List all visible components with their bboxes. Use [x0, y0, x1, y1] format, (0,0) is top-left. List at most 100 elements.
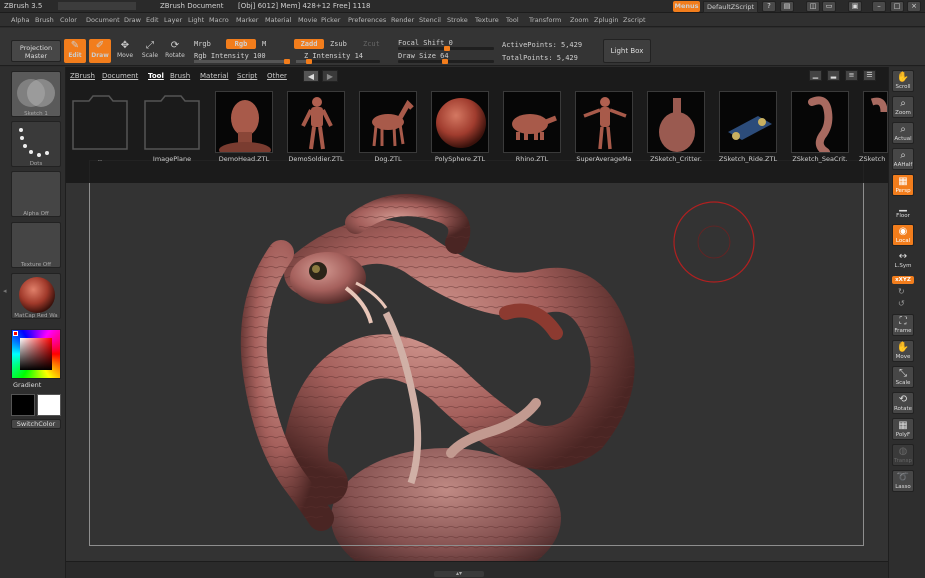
next-arrow-icon[interactable]: ▶: [322, 70, 338, 82]
tool-item-parent-folder[interactable]: [71, 91, 129, 153]
frame-button[interactable]: ⛶ Frame: [892, 314, 914, 336]
tool-item-superaverageman[interactable]: [575, 91, 633, 153]
zcut-toggle[interactable]: Zcut: [363, 40, 380, 48]
menu-alpha[interactable]: Alpha: [11, 16, 29, 24]
menu-brush[interactable]: Brush: [35, 16, 54, 24]
local-button[interactable]: ◉ Local: [892, 224, 914, 246]
menu-picker[interactable]: Picker: [321, 16, 340, 24]
tab-zbrush[interactable]: ZBrush: [70, 72, 95, 80]
tab-brush[interactable]: Brush: [170, 72, 190, 80]
light-box-button[interactable]: Light Box: [603, 39, 651, 63]
menu-color[interactable]: Color: [60, 16, 77, 24]
menus-button[interactable]: Menus: [673, 1, 700, 12]
menu-movie[interactable]: Movie: [298, 16, 317, 24]
floor-button[interactable]: ▁ Floor: [892, 200, 914, 222]
polyf-button[interactable]: ▦ PolyF: [892, 418, 914, 440]
switch-color-button[interactable]: SwitchColor: [11, 419, 61, 429]
menu-macro[interactable]: Macro: [209, 16, 229, 24]
view-detail-icon[interactable]: ☰: [863, 70, 876, 81]
draw-size-slider[interactable]: [398, 59, 494, 64]
menu-edit[interactable]: Edit: [146, 16, 159, 24]
z-intensity-slider[interactable]: [296, 59, 380, 64]
rotate-button[interactable]: ⟳ Rotate: [164, 39, 186, 63]
left-tray-arrow-icon[interactable]: ◂: [3, 287, 7, 297]
scale-view-button[interactable]: ⤡ Scale: [892, 366, 914, 388]
stroke-dots-thumbnail[interactable]: Dots: [11, 121, 61, 167]
menu-zoom[interactable]: Zoom: [570, 16, 589, 24]
m-toggle[interactable]: M: [262, 40, 266, 48]
tab-script[interactable]: Script: [237, 72, 257, 80]
rotate-view-button[interactable]: ⟲ Rotate: [892, 392, 914, 414]
close-icon[interactable]: ×: [907, 1, 921, 12]
help-icon[interactable]: ?: [762, 1, 776, 12]
edit-button[interactable]: ✎ Edit: [64, 39, 86, 63]
tab-other[interactable]: Other: [267, 72, 287, 80]
tool-item-imageplane[interactable]: [143, 91, 201, 153]
maximize-icon[interactable]: □: [890, 1, 904, 12]
aahalf-button[interactable]: ⌕ AAHalf: [892, 148, 914, 170]
transp-button[interactable]: ◍ Transp: [892, 444, 914, 466]
material-thumbnail[interactable]: MatCap Red Wa: [11, 273, 61, 319]
sketch-brush-thumbnail[interactable]: Sketch 1: [11, 71, 61, 117]
alpha-thumbnail[interactable]: Alpha Off: [11, 171, 61, 217]
tab-tool[interactable]: Tool: [148, 72, 164, 80]
tool-item-polysphere[interactable]: [431, 91, 489, 153]
tool-item-demohead[interactable]: [215, 91, 273, 153]
tool-item-zsketch-ride[interactable]: [719, 91, 777, 153]
projection-master-button[interactable]: Projection Master: [11, 40, 61, 62]
rgb-intensity-slider[interactable]: [194, 59, 290, 64]
menu-render[interactable]: Render: [391, 16, 414, 24]
menu-preferences[interactable]: Preferences: [348, 16, 386, 24]
tool-item-zsketch-seacrit[interactable]: [791, 91, 849, 153]
menu-texture[interactable]: Texture: [475, 16, 499, 24]
main-color-swatch[interactable]: [11, 394, 35, 416]
default-zscript-button[interactable]: DefaultZScript: [703, 1, 759, 13]
color-picker[interactable]: [11, 329, 61, 379]
prev-arrow-icon[interactable]: ◀: [303, 70, 319, 82]
xyz-toggle[interactable]: xXYZ: [892, 276, 914, 284]
lock-icon[interactable]: ▣: [848, 1, 862, 12]
view-small-icon[interactable]: ▁: [809, 70, 822, 81]
menu-material[interactable]: Material: [265, 16, 291, 24]
texture-thumbnail[interactable]: Texture Off: [11, 222, 61, 268]
move-view-button[interactable]: ✋ Move: [892, 340, 914, 362]
menu-zscript[interactable]: Zscript: [623, 16, 646, 24]
menu-transform[interactable]: Transform: [529, 16, 561, 24]
secondary-color-swatch[interactable]: [37, 394, 61, 416]
menu-tool[interactable]: Tool: [506, 16, 519, 24]
rotate-y-icon[interactable]: ↻: [898, 287, 905, 296]
move-button[interactable]: ✥ Move: [114, 39, 136, 63]
tab-material[interactable]: Material: [200, 72, 228, 80]
persp-button[interactable]: ▦ Persp: [892, 174, 914, 196]
menu-layer[interactable]: Layer: [164, 16, 182, 24]
focal-shift-slider[interactable]: [398, 46, 494, 51]
hide-icon[interactable]: ◫: [806, 1, 820, 12]
zsub-toggle[interactable]: Zsub: [330, 40, 347, 48]
mrgb-toggle[interactable]: Mrgb: [194, 40, 211, 48]
menu-document[interactable]: Document: [86, 16, 120, 24]
tool-item-demosoldier[interactable]: [287, 91, 345, 153]
minimize-icon[interactable]: –: [872, 1, 886, 12]
lasso-button[interactable]: ➰ Lasso: [892, 470, 914, 492]
scale-button[interactable]: ⤢ Scale: [139, 39, 161, 63]
tool-item-zsketch-partial[interactable]: [863, 91, 888, 153]
gradient-label[interactable]: Gradient: [13, 381, 41, 389]
bottom-tray-toggle-icon[interactable]: ▴▾: [434, 571, 484, 577]
view-medium-icon[interactable]: ▂: [827, 70, 840, 81]
tab-document[interactable]: Document: [102, 72, 138, 80]
lsym-button[interactable]: ↔ L.Sym: [892, 250, 914, 272]
tool-item-dog[interactable]: [359, 91, 417, 153]
tool-item-zsketch-critter[interactable]: [647, 91, 705, 153]
menu-zplugin[interactable]: Zplugin: [594, 16, 619, 24]
menu-light[interactable]: Light: [188, 16, 204, 24]
zadd-toggle[interactable]: Zadd: [294, 39, 324, 49]
menu-marker[interactable]: Marker: [236, 16, 258, 24]
restore-icon[interactable]: ▭: [822, 1, 836, 12]
view-list-icon[interactable]: ≡: [845, 70, 858, 81]
rgb-toggle[interactable]: Rgb: [226, 39, 256, 49]
draw-button[interactable]: ✐ Draw: [89, 39, 111, 63]
scroll-button[interactable]: ✋ Scroll: [892, 70, 914, 92]
zoom-button[interactable]: ⌕ Zoom: [892, 96, 914, 118]
menu-draw[interactable]: Draw: [124, 16, 141, 24]
actual-button[interactable]: ⌕ Actual: [892, 122, 914, 144]
